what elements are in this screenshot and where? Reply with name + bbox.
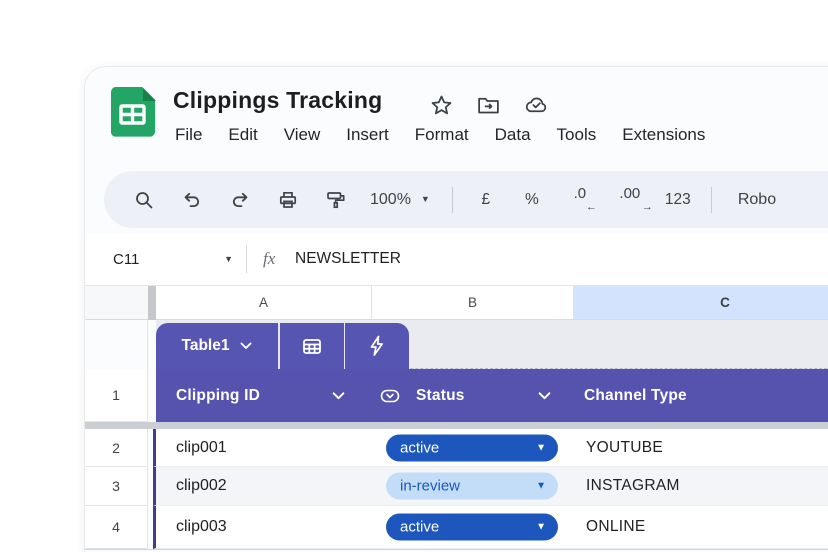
arrow-left-icon: ←: [586, 202, 597, 213]
menu-item-data[interactable]: Data: [495, 125, 531, 145]
menu-item-insert[interactable]: Insert: [346, 125, 389, 145]
decrease-decimal-button[interactable]: .0 ←: [555, 186, 605, 213]
arrow-right-icon: →: [642, 202, 653, 213]
star-icon[interactable]: [429, 93, 454, 118]
table-views-button[interactable]: [280, 323, 344, 369]
header-cell-channel-type[interactable]: Channel Type: [584, 387, 687, 405]
column-menu-chevron-icon[interactable]: [538, 391, 551, 400]
status-value: active: [400, 439, 439, 456]
column-menu-chevron-icon[interactable]: [332, 391, 345, 400]
formula-bar: C11 ▼ fx NEWSLETTER: [85, 233, 828, 286]
table-row: 2 clip001 active ▼ YOUTUBE: [85, 429, 828, 467]
format-percent-button[interactable]: %: [509, 191, 555, 209]
header-cell-clipping-id[interactable]: Clipping ID: [176, 387, 260, 405]
header-cell-status[interactable]: Status: [416, 387, 465, 405]
print-icon: [277, 189, 299, 211]
status-value: active: [400, 519, 439, 536]
search-icon: [133, 189, 155, 211]
fx-icon: fx: [263, 249, 275, 269]
cell-channel-type[interactable]: INSTAGRAM: [586, 477, 680, 495]
number-format-button[interactable]: 123: [655, 191, 701, 209]
row-cells: clip002 in-review ▼ INSTAGRAM: [153, 467, 828, 506]
undo-icon: [181, 189, 203, 211]
format-currency-button[interactable]: £: [463, 191, 509, 209]
toolbar-divider: [711, 187, 712, 213]
cell-reference: C11: [113, 251, 139, 268]
gutter-divider: [148, 286, 156, 320]
toolbar: 100% ▼ £ % .0 ← .00 → 123 Robo: [104, 171, 828, 228]
row-header-1[interactable]: 1: [85, 369, 148, 422]
table-tab[interactable]: Table1: [156, 323, 409, 369]
table-name-menu[interactable]: Table1: [156, 323, 278, 369]
status-dropdown[interactable]: in-review ▼: [386, 473, 558, 500]
name-box[interactable]: C11 ▼: [113, 251, 233, 268]
menu-item-extensions[interactable]: Extensions: [622, 125, 705, 145]
formula-bar-divider: [246, 245, 247, 273]
cell-clipping-id[interactable]: clip002: [176, 477, 227, 495]
dropdown-caret-icon: ▼: [536, 481, 546, 492]
search-button[interactable]: [120, 189, 168, 211]
zoom-value: 100%: [370, 191, 411, 209]
frozen-row-divider: [85, 422, 828, 429]
paint-roller-icon: [325, 189, 347, 211]
status-value: in-review: [400, 478, 460, 495]
menu-item-view[interactable]: View: [284, 125, 321, 145]
zoom-select[interactable]: 100% ▼: [370, 191, 430, 209]
row-cells: clip003 active ▼ ONLINE: [153, 506, 828, 549]
column-header-row: A B C: [85, 286, 828, 320]
formula-input[interactable]: NEWSLETTER: [295, 250, 401, 268]
column-header-c[interactable]: C: [574, 286, 828, 320]
table-row: 3 clip002 in-review ▼ INSTAGRAM: [85, 467, 828, 506]
table-header-row: Clipping ID Status Channel Type: [156, 369, 828, 422]
sheets-app-window: Clippings Tracking File Edit View Insert…: [84, 66, 828, 552]
redo-button[interactable]: [216, 189, 264, 211]
menu-item-tools[interactable]: Tools: [557, 125, 597, 145]
table-row: 4 clip003 active ▼ ONLINE: [85, 506, 828, 549]
toolbar-divider: [452, 187, 453, 213]
dropdown-caret-icon: ▼: [536, 442, 546, 453]
status-dropdown[interactable]: active ▼: [386, 434, 558, 461]
tab-row-gutter: [85, 320, 148, 369]
table-quick-actions-button[interactable]: [345, 323, 409, 369]
lightning-bolt-icon: [366, 334, 388, 358]
menu-bar: File Edit View Insert Format Data Tools …: [175, 125, 705, 145]
increase-decimal-button[interactable]: .00 →: [605, 186, 655, 213]
menu-item-file[interactable]: File: [175, 125, 202, 145]
row-header-2[interactable]: 2: [85, 429, 148, 467]
table-views-icon: [300, 334, 324, 358]
undo-button[interactable]: [168, 189, 216, 211]
cell-clipping-id[interactable]: clip003: [176, 518, 227, 536]
chevron-down-icon: [240, 342, 252, 350]
redo-icon: [229, 189, 251, 211]
row-divider: [85, 549, 828, 550]
chevron-down-icon: ▼: [224, 255, 233, 264]
cell-clipping-id[interactable]: clip001: [176, 439, 227, 457]
dropdown-caret-icon: ▼: [536, 522, 546, 533]
cell-channel-type[interactable]: ONLINE: [586, 518, 646, 536]
menu-item-format[interactable]: Format: [415, 125, 469, 145]
table-name-label: Table1: [182, 337, 230, 355]
paint-format-button[interactable]: [312, 189, 360, 211]
menu-item-edit[interactable]: Edit: [228, 125, 257, 145]
print-button[interactable]: [264, 189, 312, 211]
document-title[interactable]: Clippings Tracking: [173, 87, 382, 114]
row-cells: clip001 active ▼ YOUTUBE: [153, 429, 828, 467]
chevron-down-icon: ▼: [421, 195, 430, 204]
row-header-3[interactable]: 3: [85, 467, 148, 506]
dropdown-chip-icon: [380, 387, 400, 405]
row-header-4[interactable]: 4: [85, 506, 148, 549]
column-header-b[interactable]: B: [372, 286, 574, 320]
status-dropdown[interactable]: active ▼: [386, 514, 558, 541]
google-sheets-logo-icon[interactable]: [109, 87, 157, 141]
move-folder-icon[interactable]: [476, 93, 501, 118]
select-all-corner[interactable]: [85, 286, 148, 320]
font-select[interactable]: Robo: [738, 191, 776, 209]
cell-channel-type[interactable]: YOUTUBE: [586, 439, 663, 457]
cloud-saved-icon: [523, 93, 550, 118]
column-header-a[interactable]: A: [156, 286, 372, 320]
